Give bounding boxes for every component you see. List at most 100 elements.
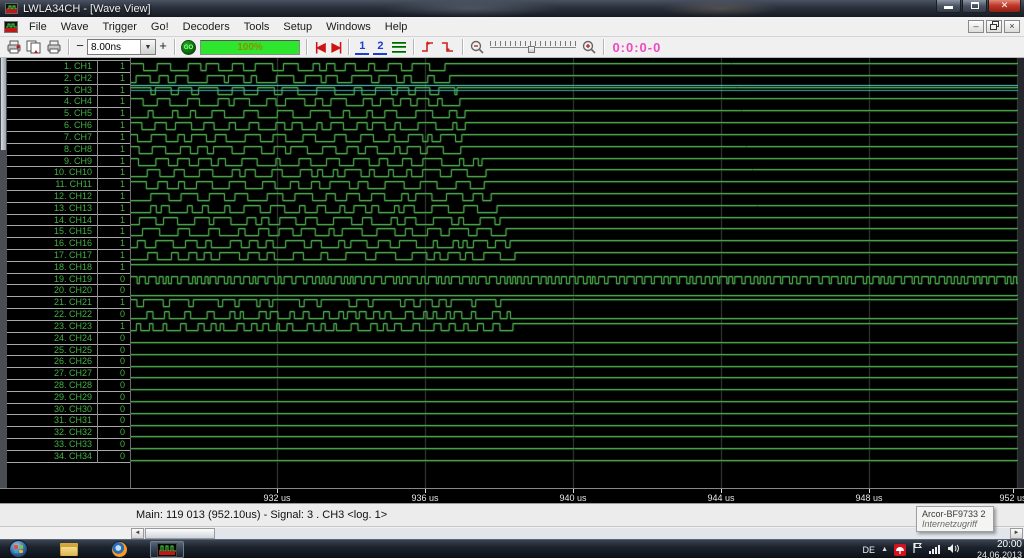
channel-label[interactable]: 13. CH13: [7, 203, 97, 215]
time-tick-label: 940 us: [559, 493, 586, 503]
taskbar-explorer-button[interactable]: [56, 541, 82, 558]
minimize-button[interactable]: [936, 0, 961, 13]
channel-name-column: 1. CH12. CH23. CH34. CH45. CH56. CH67. C…: [7, 60, 97, 463]
firefox-icon: [111, 541, 128, 558]
channel-label[interactable]: 9. CH9: [7, 156, 97, 168]
channel-label[interactable]: 28. CH28: [7, 380, 97, 392]
menu-help[interactable]: Help: [378, 19, 415, 35]
zoom-slider[interactable]: [490, 40, 576, 54]
maximize-button[interactable]: [962, 0, 987, 13]
zoom-slider-thumb[interactable]: [528, 46, 535, 53]
channel-label[interactable]: 24. CH24: [7, 333, 97, 345]
channel-label[interactable]: 15. CH15: [7, 226, 97, 238]
channel-label[interactable]: 25. CH25: [7, 345, 97, 357]
channel-label[interactable]: 2. CH2: [7, 73, 97, 85]
child-window-icon[interactable]: [4, 21, 18, 33]
channel-label[interactable]: 22. CH22: [7, 309, 97, 321]
network-icon[interactable]: [929, 541, 941, 558]
menu-decoders[interactable]: Decoders: [176, 19, 237, 35]
channel-label[interactable]: 6. CH6: [7, 120, 97, 132]
channel-label[interactable]: 10. CH10: [7, 167, 97, 179]
cursor2-button[interactable]: 2: [373, 40, 387, 55]
channel-value: 1: [98, 297, 130, 309]
print-icon[interactable]: [45, 39, 63, 55]
close-button[interactable]: ✕: [988, 0, 1021, 13]
print-setup-icon[interactable]: [5, 39, 23, 55]
waveform-canvas[interactable]: [131, 58, 1018, 488]
vertical-scrollbar-thumb[interactable]: [1, 58, 6, 150]
channel-label[interactable]: 17. CH17: [7, 250, 97, 262]
horizontal-scrollbar-thumb[interactable]: [145, 528, 215, 539]
volume-icon[interactable]: [947, 541, 960, 558]
channel-label[interactable]: 18. CH18: [7, 262, 97, 274]
hidden-icons-caret[interactable]: ▲: [881, 546, 888, 553]
trigger-falling-edge-icon[interactable]: [439, 39, 457, 55]
channel-list-icon[interactable]: [392, 41, 406, 54]
channel-label[interactable]: 14. CH14: [7, 215, 97, 227]
horizontal-scrollbar-track[interactable]: [131, 528, 1023, 539]
avira-tray-icon[interactable]: [894, 544, 906, 556]
menu-go[interactable]: Go!: [144, 19, 176, 35]
channel-label[interactable]: 23. CH23: [7, 321, 97, 333]
menu-tools[interactable]: Tools: [237, 19, 277, 35]
timebase-combo[interactable]: 8.00ns ▼: [87, 39, 156, 55]
horizontal-scrollbar[interactable]: ◄ ►: [0, 526, 1024, 539]
channel-label[interactable]: 33. CH33: [7, 439, 97, 451]
vertical-scrollbar[interactable]: [0, 58, 7, 488]
taskbar-logic-analyzer-button[interactable]: [150, 541, 184, 558]
channel-label[interactable]: 31. CH31: [7, 415, 97, 427]
menu-windows[interactable]: Windows: [319, 19, 378, 35]
channel-label[interactable]: 29. CH29: [7, 392, 97, 404]
capture-progress-bar: 100%: [200, 40, 300, 55]
channel-label[interactable]: 34. CH34: [7, 451, 97, 463]
channel-label[interactable]: 8. CH8: [7, 144, 97, 156]
channel-label[interactable]: 20. CH20: [7, 285, 97, 297]
cursor1-button[interactable]: 1: [355, 40, 369, 55]
channel-label[interactable]: 7. CH7: [7, 132, 97, 144]
right-scroll-strip[interactable]: [1018, 58, 1024, 488]
child-restore-button[interactable]: [986, 20, 1002, 33]
channel-label[interactable]: 3. CH3: [7, 85, 97, 97]
channel-label[interactable]: 21. CH21: [7, 297, 97, 309]
timebase-decrease-button[interactable]: −: [73, 39, 87, 55]
zoom-in-icon[interactable]: [580, 39, 598, 55]
channel-label[interactable]: 1. CH1: [7, 61, 97, 73]
channel-label[interactable]: 12. CH12: [7, 191, 97, 203]
channel-label[interactable]: 30. CH30: [7, 404, 97, 416]
channel-label[interactable]: 16. CH16: [7, 238, 97, 250]
menu-wave[interactable]: Wave: [54, 19, 96, 35]
trigger-rising-edge-icon[interactable]: [419, 39, 437, 55]
channel-label[interactable]: 19. CH19: [7, 274, 97, 286]
status-text: Main: 119 013 (952.10us) - Signal: 3 . C…: [136, 509, 387, 521]
channel-label[interactable]: 32. CH32: [7, 427, 97, 439]
zoom-out-icon[interactable]: [468, 39, 486, 55]
chevron-down-icon[interactable]: ▼: [140, 40, 155, 54]
channel-label[interactable]: 26. CH26: [7, 356, 97, 368]
channel-label[interactable]: 5. CH5: [7, 108, 97, 120]
channel-label[interactable]: 27. CH27: [7, 368, 97, 380]
child-minimize-button[interactable]: –: [968, 20, 984, 33]
timebase-increase-button[interactable]: +: [156, 39, 170, 55]
action-center-icon[interactable]: [912, 541, 923, 558]
channel-value: 0: [98, 333, 130, 345]
language-indicator[interactable]: DE: [863, 545, 876, 555]
child-close-button[interactable]: ×: [1004, 20, 1020, 33]
menu-file[interactable]: File: [22, 19, 54, 35]
wave-view: 1. CH12. CH23. CH34. CH45. CH56. CH67. C…: [0, 58, 1024, 488]
scroll-right-button[interactable]: ►: [1010, 528, 1023, 539]
go-button[interactable]: GO: [181, 40, 196, 55]
trigger-time-counter: 0:0:0-0: [612, 40, 661, 55]
taskbar-firefox-button[interactable]: [106, 541, 132, 558]
scroll-left-button[interactable]: ◄: [131, 528, 144, 539]
timebase-value: 8.00ns: [88, 40, 140, 54]
waveform-area[interactable]: [130, 58, 1018, 488]
goto-end-button[interactable]: ▶|: [328, 39, 345, 55]
start-button[interactable]: [9, 540, 28, 558]
copy-wave-icon[interactable]: [25, 39, 43, 55]
goto-start-button[interactable]: |◀: [311, 39, 328, 55]
channel-label[interactable]: 4. CH4: [7, 96, 97, 108]
channel-label[interactable]: 11. CH11: [7, 179, 97, 191]
menu-setup[interactable]: Setup: [276, 19, 319, 35]
menu-trigger[interactable]: Trigger: [95, 19, 143, 35]
taskbar-clock[interactable]: 20:00 24.06.2013: [970, 540, 1022, 558]
